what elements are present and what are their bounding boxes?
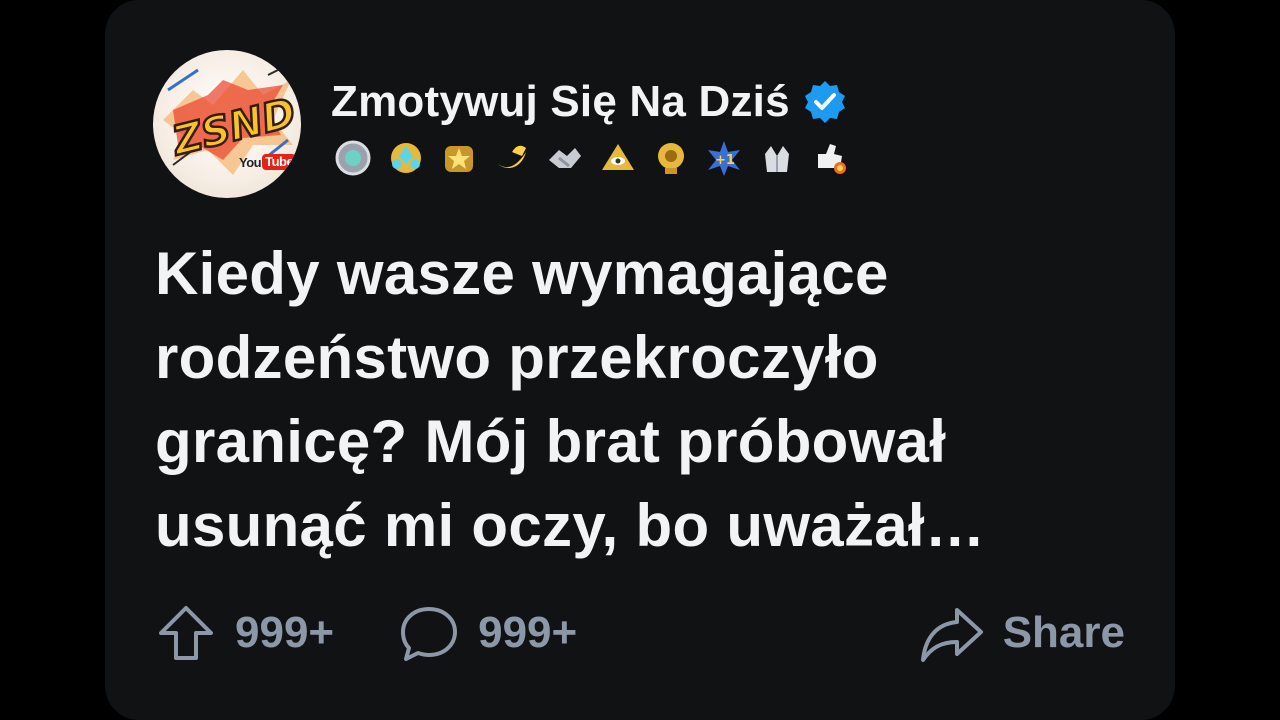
award-badges: +1 <box>333 138 850 178</box>
channel-avatar[interactable]: ZSND You Tube <box>153 50 301 198</box>
channel-info: Zmotywuj Się Na Dziś +1 <box>331 76 850 178</box>
youtube-prefix: You <box>239 154 262 170</box>
gold-star-icon[interactable] <box>439 138 479 178</box>
svg-text:+1: +1 <box>715 153 735 168</box>
upvote-arrow-icon <box>155 602 217 664</box>
youtube-suffix: Tube <box>262 154 297 170</box>
channel-name[interactable]: Zmotywuj Się Na Dziś <box>331 76 790 128</box>
share-arrow-icon <box>919 602 985 664</box>
clapping-hands-icon[interactable] <box>757 138 797 178</box>
post-header: ZSND You Tube Zmotywuj Się Na Dziś +1 <box>153 50 850 198</box>
channel-name-row: Zmotywuj Się Na Dziś <box>331 76 850 128</box>
banana-icon[interactable] <box>492 138 532 178</box>
rocket-thumb-icon[interactable] <box>810 138 850 178</box>
silver-award-icon[interactable] <box>333 138 373 178</box>
zsnd-logo-icon: ZSND <box>163 64 301 175</box>
gold-trophy-icon[interactable] <box>651 138 691 178</box>
comment-button[interactable]: 999+ <box>398 602 577 664</box>
upvote-count: 999+ <box>235 608 335 657</box>
post-actions: 999+ 999+ Share <box>155 598 1125 668</box>
illuminati-eye-icon[interactable] <box>598 138 638 178</box>
comment-count: 999+ <box>478 608 578 657</box>
youtube-badge: You Tube <box>239 154 297 170</box>
gem-cluster-icon[interactable] <box>386 138 426 178</box>
post-card: ZSND You Tube Zmotywuj Się Na Dziś +1 Ki… <box>105 0 1175 720</box>
handshake-icon[interactable] <box>545 138 585 178</box>
upvote-button[interactable]: 999+ <box>155 602 334 664</box>
verified-badge-icon <box>804 81 845 123</box>
share-label: Share <box>1002 608 1125 657</box>
post-text: Kiedy wasze wymagające rodzeństwo przekr… <box>155 240 986 559</box>
plus-one-icon[interactable]: +1 <box>704 138 744 178</box>
share-button[interactable]: Share <box>919 602 1125 664</box>
comment-bubble-icon <box>398 602 460 664</box>
